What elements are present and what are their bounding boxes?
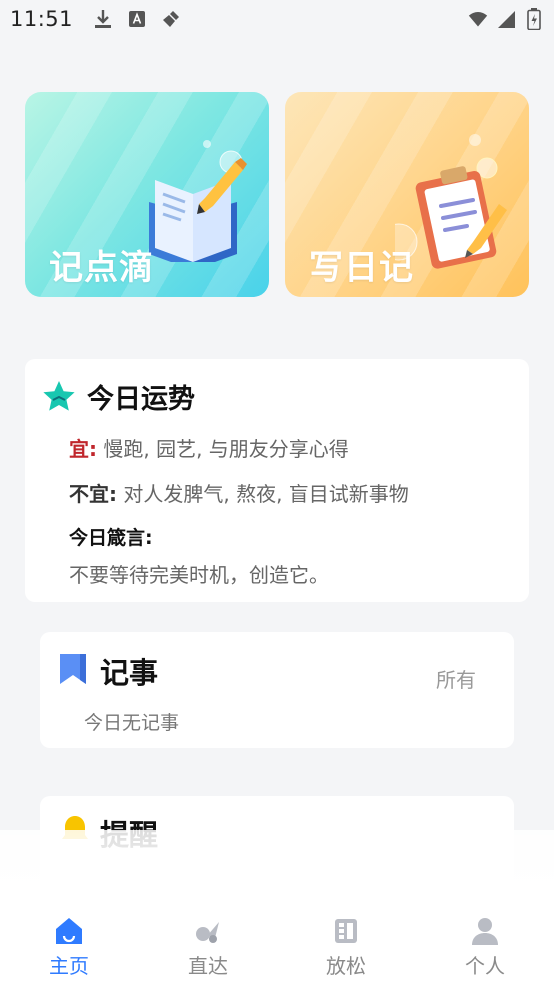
motto-text: 不要等待完美时机，创造它。 [69,563,329,587]
wifi-icon [468,9,488,29]
signal-icon [496,9,516,29]
nav-person-label: 个人 [465,954,505,978]
nav-direct[interactable]: 直达 [163,916,253,979]
memo-empty-text: 今日无记事 [84,712,180,734]
keyboard-a-icon [127,9,147,29]
daily-fortune-card: 今日运势 宜: 慢跑, 园艺, 与朋友分享心得 不宜: 对人发脾气, 熬夜, 盲… [25,359,529,602]
home-icon [56,918,82,944]
nav-person[interactable]: 个人 [440,916,530,979]
fortune-bad-text: 对人发脾气, 熬夜, 盲目试新事物 [123,482,409,506]
fortune-good-label: 宜: [69,437,97,461]
nav-relax-label: 放松 [326,954,366,978]
memo-card[interactable]: 记事 所有 今日无记事 [40,632,514,748]
status-bar: 11:51 [0,0,554,38]
memo-title: 记事 [100,656,159,690]
memo-all-link[interactable]: 所有 [436,664,476,693]
star-icon [43,380,75,411]
fortune-title: 今日运势 [87,384,195,415]
motto-label: 今日箴言: [69,527,153,549]
relax-icon [335,919,357,943]
record-moments-title: 记点滴 [49,248,154,288]
broom-icon [161,9,181,29]
direct-icon [196,922,219,943]
person-icon [472,918,498,945]
write-diary-card[interactable]: 写日记 [285,92,529,297]
status-time: 11:51 [10,7,74,31]
fortune-good-text: 慢跑, 园艺, 与朋友分享心得 [103,437,349,461]
write-diary-title: 写日记 [309,248,414,288]
nav-home-label: 主页 [49,954,89,978]
fortune-bad-label: 不宜: [69,482,117,506]
bookmark-icon [60,654,86,684]
download-icon [93,9,113,29]
nav-home[interactable]: 主页 [24,916,114,979]
bottom-nav: 主页 直达 放松 个人 [0,830,554,984]
fortune-header: 今日运势 [41,377,513,416]
nav-direct-label: 直达 [188,954,228,978]
fortune-bad-line: 不宜: 对人发脾气, 熬夜, 盲目试新事物 [69,478,409,507]
record-moments-card[interactable]: 记点滴 [25,92,269,297]
fortune-good-line: 宜: 慢跑, 园艺, 与朋友分享心得 [69,433,349,462]
battery-icon [524,8,544,30]
nav-relax[interactable]: 放松 [301,916,391,979]
